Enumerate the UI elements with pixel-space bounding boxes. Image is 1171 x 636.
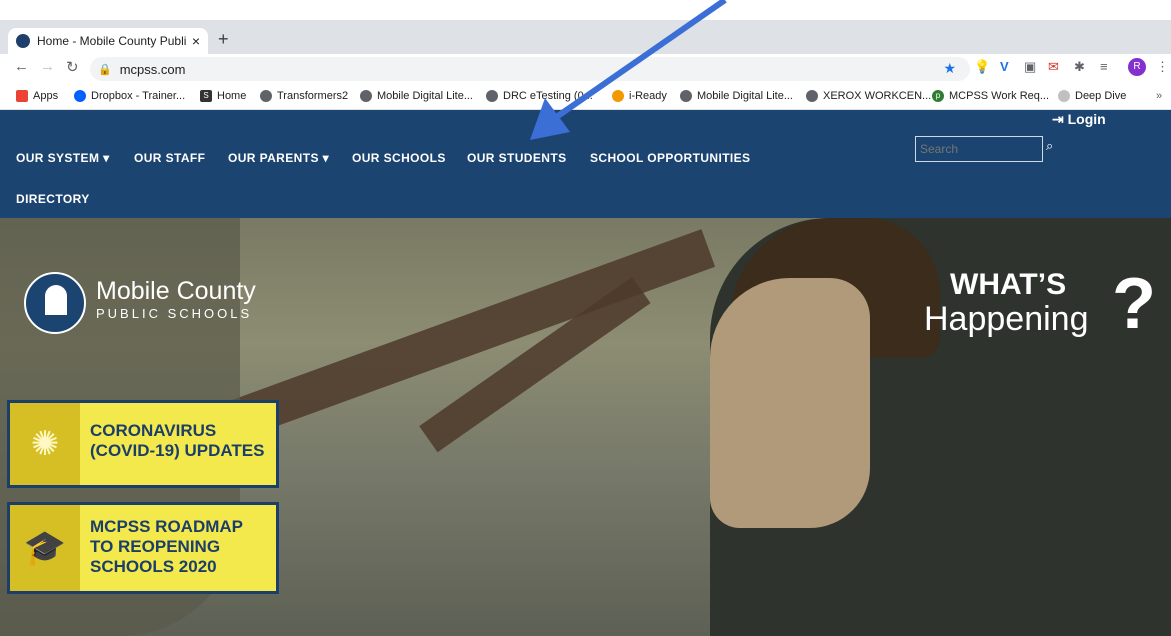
- bookmark-home[interactable]: S Home: [200, 90, 246, 102]
- more-bookmarks-icon[interactable]: »: [1156, 90, 1162, 102]
- bookmark-dropbox[interactable]: Dropbox - Trainer...: [74, 90, 185, 102]
- bookmark-xerox[interactable]: XEROX WORKCEN...: [806, 90, 931, 102]
- nav-our-staff[interactable]: OUR STAFF: [134, 151, 205, 165]
- new-tab-icon[interactable]: +: [218, 29, 229, 50]
- card-line: SCHOOLS 2020: [90, 557, 217, 576]
- nav-directory[interactable]: DIRECTORY: [16, 192, 90, 206]
- tab-close-icon[interactable]: ×: [192, 33, 200, 49]
- bookmark-mobile-digital-2[interactable]: Mobile Digital Lite...: [680, 90, 793, 102]
- reload-icon[interactable]: ↻: [66, 58, 79, 76]
- nav-our-schools[interactable]: OUR SCHOOLS: [352, 151, 446, 165]
- bookmark-i-ready[interactable]: i-Ready: [612, 90, 667, 102]
- reading-list-icon[interactable]: ≡: [1100, 59, 1108, 74]
- logo-line2[interactable]: PUBLIC SCHOOLS: [96, 306, 252, 321]
- search-input[interactable]: [915, 136, 1043, 162]
- url-text: mcpss.com: [119, 61, 186, 77]
- address-bar[interactable]: 🔒 mcpss.com ★: [90, 57, 970, 81]
- profile-avatar[interactable]: R: [1128, 58, 1146, 76]
- question-mark-icon[interactable]: ?: [1112, 268, 1156, 340]
- nav-our-parents[interactable]: OUR PARENTS ▾: [228, 151, 329, 165]
- extension-bulb-icon[interactable]: 💡: [974, 59, 990, 75]
- hero-photo-person: [710, 218, 1171, 636]
- bookmark-drc-etesting[interactable]: DRC eTesting (0...: [486, 90, 593, 102]
- whats-line2[interactable]: Happening: [924, 300, 1088, 339]
- lock-icon: 🔒: [98, 63, 112, 76]
- browser-tab[interactable]: Home - Mobile County Public S ×: [8, 28, 208, 54]
- bookmark-transformers2[interactable]: Transformers2: [260, 90, 348, 102]
- nav-school-opportunities[interactable]: SCHOOL OPPORTUNITIES: [590, 151, 750, 165]
- back-icon[interactable]: ←: [14, 58, 29, 75]
- extension-screen-icon[interactable]: ▣: [1024, 59, 1036, 75]
- tab-title: Home - Mobile County Public S: [37, 34, 186, 48]
- bookmark-mcpss-work-req[interactable]: p MCPSS Work Req...: [932, 90, 1049, 102]
- covid-updates-card[interactable]: ✺ CORONAVIRUS (COVID-19) UPDATES: [7, 400, 279, 488]
- capitol-dome-icon: [45, 285, 67, 315]
- forward-icon[interactable]: →: [40, 58, 55, 75]
- site-favicon-icon: [16, 34, 30, 48]
- menu-kebab-icon[interactable]: ⋮: [1156, 59, 1169, 75]
- login-icon: ⇥: [1052, 111, 1068, 127]
- bookmark-apps[interactable]: Apps: [16, 90, 58, 102]
- card-line: MCPSS ROADMAP: [90, 517, 244, 536]
- roadmap-card[interactable]: 🎓 MCPSS ROADMAP TO REOPENING SCHOOLS 202…: [7, 502, 279, 594]
- card-line: TO REOPENING: [90, 537, 221, 556]
- screen-margin: [0, 0, 1171, 20]
- nav-our-system[interactable]: OUR SYSTEM ▾: [16, 151, 110, 165]
- logo-line1[interactable]: Mobile County: [96, 277, 256, 306]
- extension-v-icon[interactable]: V: [1000, 59, 1009, 74]
- graduation-cap-icon: 🎓: [10, 505, 80, 591]
- bookmark-mobile-digital-1[interactable]: Mobile Digital Lite...: [360, 90, 473, 102]
- extension-mail-icon[interactable]: ✉: [1048, 59, 1059, 75]
- bookmark-deep-dive[interactable]: Deep Dive: [1058, 90, 1126, 102]
- virus-icon: ✺: [10, 403, 80, 485]
- extensions-puzzle-icon[interactable]: ✱: [1074, 59, 1085, 75]
- nav-our-students[interactable]: OUR STUDENTS: [467, 151, 566, 165]
- bookmark-star-icon[interactable]: ★: [943, 60, 956, 77]
- search-icon[interactable]: ⌕: [1046, 138, 1053, 154]
- login-link[interactable]: ⇥ Login: [1052, 111, 1106, 128]
- card-line: CORONAVIRUS: [90, 421, 217, 440]
- card-line: (COVID-19) UPDATES: [90, 441, 265, 460]
- whats-line1[interactable]: WHAT’S: [950, 268, 1066, 302]
